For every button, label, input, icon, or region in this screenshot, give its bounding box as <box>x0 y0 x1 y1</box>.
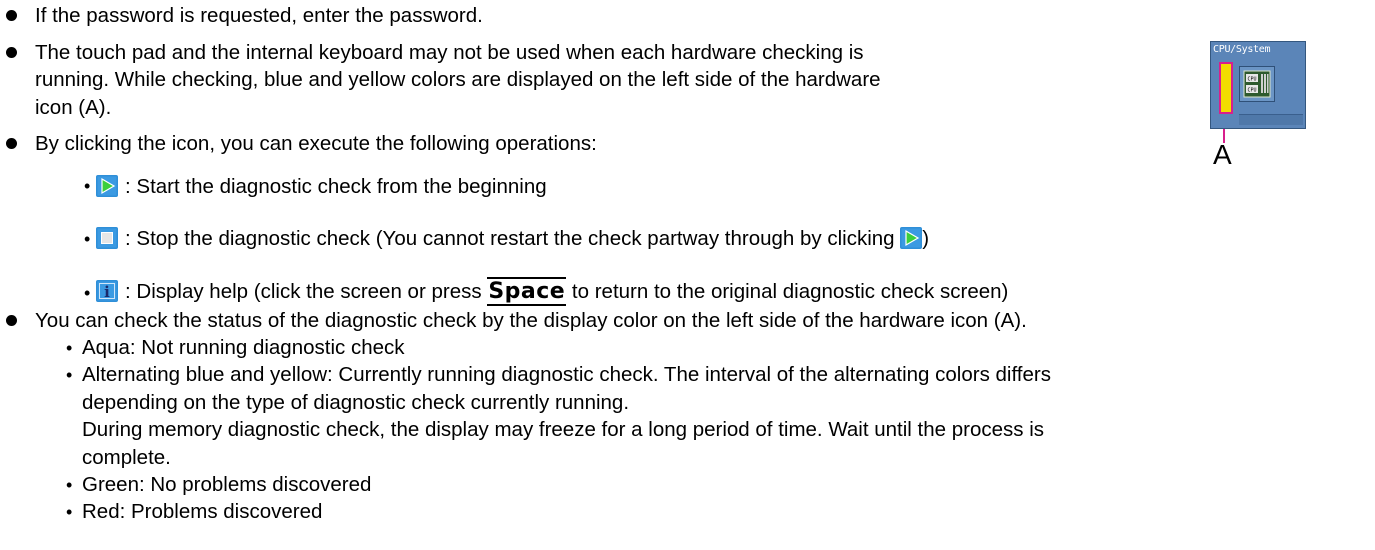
play-icon <box>96 175 118 197</box>
sub-bullet: • <box>84 176 91 196</box>
status-alternating-l2: depending on the type of diagnostic chec… <box>82 391 630 414</box>
hardware-icon-title: CPU/System <box>1213 44 1271 55</box>
status-red: Red: Problems discovered <box>82 500 323 523</box>
bullet-dot <box>6 10 17 21</box>
op-help-text-pre: : Display help (click the screen or pres… <box>125 280 482 303</box>
info-icon: i <box>96 280 118 302</box>
bullet-touchpad-l1: The touch pad and the internal keyboard … <box>35 41 864 64</box>
status-alternating-l3: During memory diagnostic check, the disp… <box>82 418 1045 441</box>
status-green: Green: No problems discovered <box>82 473 372 496</box>
status-color-bar <box>1219 62 1233 114</box>
bullet-dot <box>6 315 17 326</box>
bullet-touchpad-l3: icon (A). <box>35 96 112 119</box>
sub-bullet: • <box>66 502 73 522</box>
cpu-system-hardware-icon: CPU/System CPU CPU <box>1210 41 1306 129</box>
chip-label-2: CPU <box>1247 88 1256 94</box>
op-help-text-post: to return to the original diagnostic che… <box>571 280 1009 303</box>
status-alternating-l4: complete. <box>82 446 171 469</box>
sub-bullet: • <box>66 365 73 385</box>
hardware-icon-footer <box>1239 114 1303 125</box>
op-stop-text-post: ) <box>922 227 930 250</box>
op-stop-text-pre: : Stop the diagnostic check (You cannot … <box>125 227 895 250</box>
chip-label-1: CPU <box>1247 77 1256 83</box>
sub-bullet: • <box>84 229 91 249</box>
bullet-touchpad-l2: running. While checking, blue and yellow… <box>35 68 881 91</box>
stop-icon <box>96 227 118 249</box>
bullet-status: You can check the status of the diagnost… <box>35 309 1027 332</box>
bullet-dot <box>6 47 17 58</box>
sub-bullet: • <box>66 338 73 358</box>
figure-label-a: A <box>1213 139 1232 170</box>
space-key: Space <box>487 277 567 306</box>
status-aqua: Aqua: Not running diagnostic check <box>82 336 405 359</box>
sub-bullet: • <box>66 475 73 495</box>
sub-bullet: • <box>84 283 91 303</box>
op-start-text: : Start the diagnostic check from the be… <box>125 175 547 198</box>
play-icon <box>900 226 923 249</box>
bullet-dot <box>6 138 17 149</box>
status-alternating-l1: Alternating blue and yellow: Currently r… <box>82 363 1051 386</box>
op-help-text: : Display help (click the screen or pres… <box>125 277 1009 306</box>
bullet-password: If the password is requested, enter the … <box>35 4 483 27</box>
op-stop-text: : Stop the diagnostic check (You cannot … <box>125 226 930 251</box>
cpu-chip-icon: CPU CPU <box>1239 66 1275 102</box>
bullet-operations: By clicking the icon, you can execute th… <box>35 132 597 155</box>
